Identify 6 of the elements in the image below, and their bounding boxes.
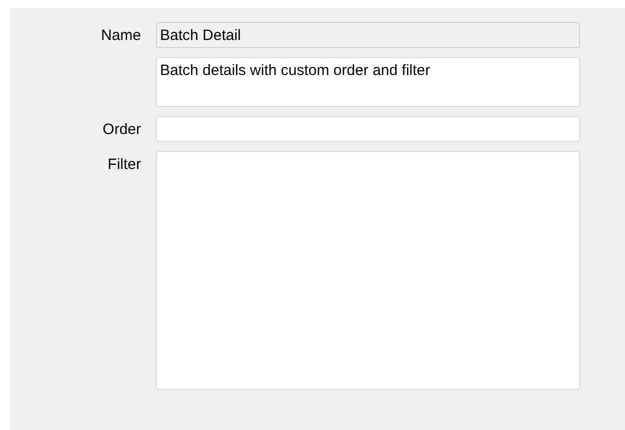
text-area[interactable]: Batch details with custom order and filter [156,57,580,107]
input-field[interactable] [156,116,580,142]
field-label: Filter [108,156,141,173]
field-label: Order [102,121,141,138]
text-area[interactable] [156,151,580,390]
field-label: Name [100,27,141,44]
